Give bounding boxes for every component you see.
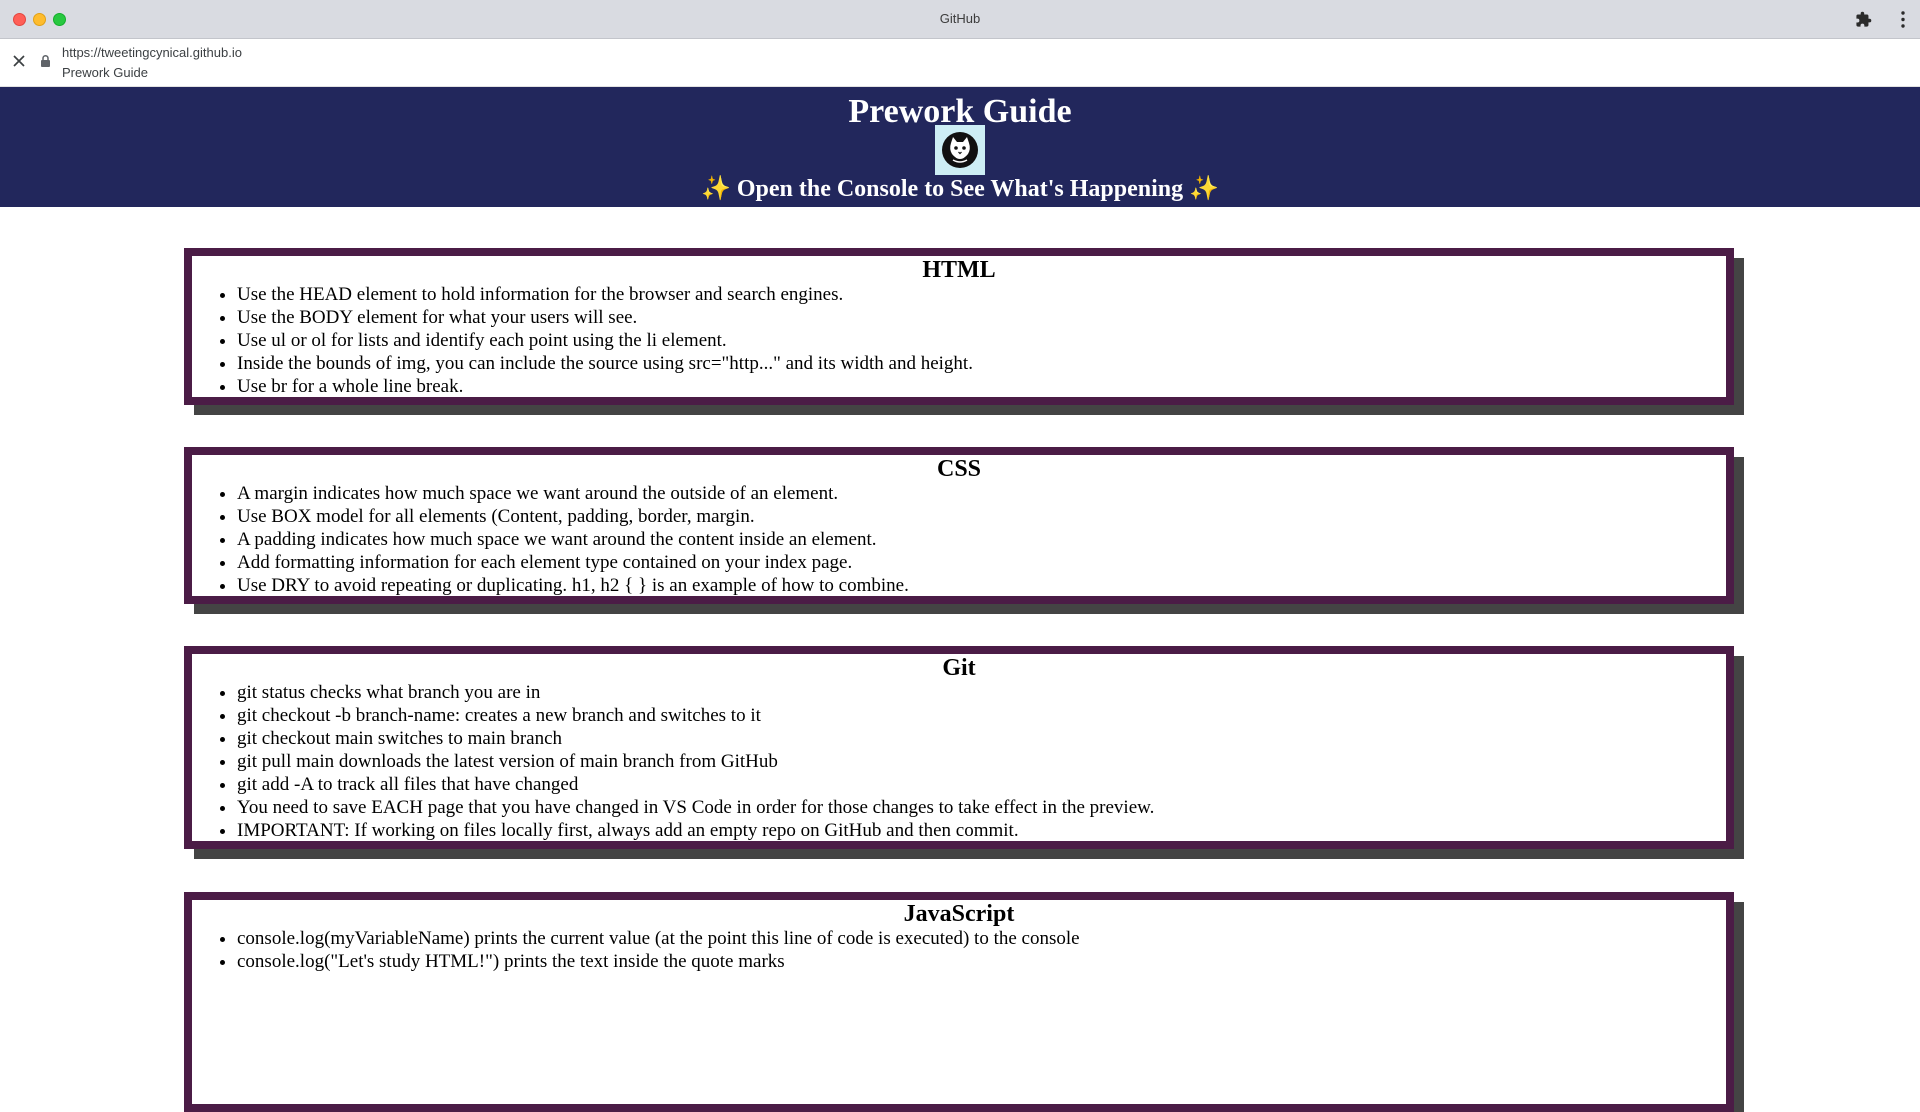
sparkle-icon: ✨ xyxy=(1189,176,1220,202)
list-item: git checkout -b branch-name: creates a n… xyxy=(237,704,1726,727)
window-title: GitHub xyxy=(939,11,981,26)
cat-avatar-icon xyxy=(942,132,978,168)
section-list: console.log(myVariableName) prints the c… xyxy=(192,927,1726,973)
address-bar xyxy=(0,39,1920,87)
page-title-text: Prework Guide xyxy=(62,65,148,80)
list-item: Use ul or ol for lists and identify each… xyxy=(237,329,1726,352)
list-item: Add formatting information for each elem… xyxy=(237,551,1726,574)
section-javascript: JavaScript console.log(myVariableName) p… xyxy=(184,892,1734,1112)
list-item: git status checks what branch you are in xyxy=(237,681,1726,704)
avatar xyxy=(935,125,985,175)
lock-icon xyxy=(41,54,50,67)
close-icon[interactable] xyxy=(12,54,26,68)
window-titlebar: GitHub xyxy=(0,0,1920,39)
list-item: git add -A to track all files that have … xyxy=(237,773,1726,796)
list-item: git checkout main switches to main branc… xyxy=(237,727,1726,750)
list-item: git pull main downloads the latest versi… xyxy=(237,750,1726,773)
url-text[interactable]: https://tweetingcynical.github.io xyxy=(62,45,242,60)
page-header: Prework Guide ✨ Open the Console to See … xyxy=(0,87,1920,207)
extensions-icon[interactable] xyxy=(1855,11,1872,28)
list-item: Use the HEAD element to hold information… xyxy=(237,283,1726,306)
list-item: console.log("Let's study HTML!") prints … xyxy=(237,950,1726,973)
section-list: git status checks what branch you are in… xyxy=(192,681,1726,842)
section-title: CSS xyxy=(936,456,982,482)
section-list: A margin indicates how much space we wan… xyxy=(192,482,1726,597)
section-git: Git git status checks what branch you ar… xyxy=(184,646,1734,849)
list-item: A padding indicates how much space we wa… xyxy=(237,528,1726,551)
list-item: Use the BODY element for what your users… xyxy=(237,306,1726,329)
list-item: You need to save EACH page that you have… xyxy=(237,796,1726,819)
list-item: Use DRY to avoid repeating or duplicatin… xyxy=(237,574,1726,597)
list-item: Inside the bounds of img, you can includ… xyxy=(237,352,1726,375)
menu-icon[interactable] xyxy=(1900,10,1906,29)
section-title: JavaScript xyxy=(903,901,1015,927)
section-css: CSS A margin indicates how much space we… xyxy=(184,447,1734,604)
section-title: Git xyxy=(942,655,976,681)
list-item: A margin indicates how much space we wan… xyxy=(237,482,1726,505)
section-list: Use the HEAD element to hold information… xyxy=(192,283,1726,398)
section-title: HTML xyxy=(922,257,996,283)
list-item: console.log(myVariableName) prints the c… xyxy=(237,927,1726,950)
sparkle-icon: ✨ xyxy=(700,176,731,202)
list-item: Use BOX model for all elements (Content,… xyxy=(237,505,1726,528)
section-html: HTML Use the HEAD element to hold inform… xyxy=(184,248,1734,405)
page-subtitle: ✨ Open the Console to See What's Happeni… xyxy=(0,174,1920,204)
list-item: Use br for a whole line break. xyxy=(237,375,1726,398)
list-item: IMPORTANT: If working on files locally f… xyxy=(237,819,1726,842)
page-subtitle-text: Open the Console to See What's Happening xyxy=(736,176,1184,202)
